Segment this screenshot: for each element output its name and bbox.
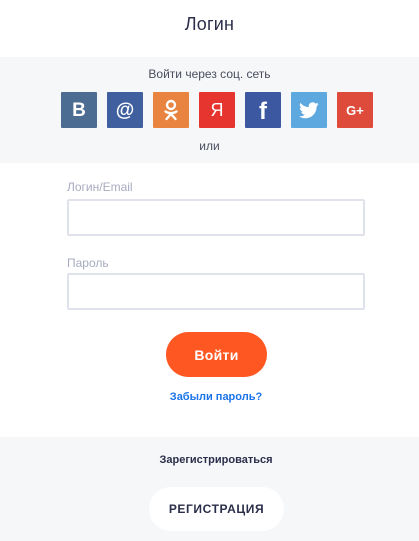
facebook-icon: f <box>259 98 267 125</box>
password-field-label: Пароль <box>67 256 109 270</box>
register-panel: Зарегистрироваться РЕГИСТРАЦИЯ <box>0 437 419 541</box>
page-title: Логин <box>184 14 235 34</box>
vk-login-button[interactable]: В <box>61 92 97 128</box>
yandex-icon: Я <box>210 100 224 120</box>
mailru-login-button[interactable]: @ <box>107 92 143 128</box>
odnoklassniki-login-button[interactable] <box>153 92 189 128</box>
odnoklassniki-icon <box>163 99 179 121</box>
login-field-label: Логин/Email <box>67 180 133 194</box>
twitter-icon <box>299 101 319 119</box>
yandex-login-button[interactable]: Я <box>199 92 235 128</box>
google-plus-login-button[interactable]: G+ <box>337 92 373 128</box>
login-submit-button[interactable]: Войти <box>166 332 267 377</box>
facebook-login-button[interactable]: f <box>245 92 281 128</box>
login-email-input[interactable] <box>67 199 365 236</box>
twitter-login-button[interactable] <box>291 92 327 128</box>
forgot-password-link[interactable]: Забыли пароль? <box>0 391 419 403</box>
register-caption: Зарегистрироваться <box>159 454 273 466</box>
mailru-icon: @ <box>115 99 135 121</box>
google-plus-icon: G+ <box>346 102 364 118</box>
register-button[interactable]: РЕГИСТРАЦИЯ <box>149 487 284 531</box>
vk-icon: В <box>72 99 86 121</box>
social-login-panel: Войти через соц. сеть В @ Я f G+ или <box>0 57 419 163</box>
or-divider-text: или <box>199 139 220 153</box>
password-input[interactable] <box>67 273 365 310</box>
login-page: Логин Войти через соц. сеть В @ Я f G+ и… <box>0 0 419 541</box>
social-login-caption: Войти через соц. сеть <box>148 67 271 81</box>
